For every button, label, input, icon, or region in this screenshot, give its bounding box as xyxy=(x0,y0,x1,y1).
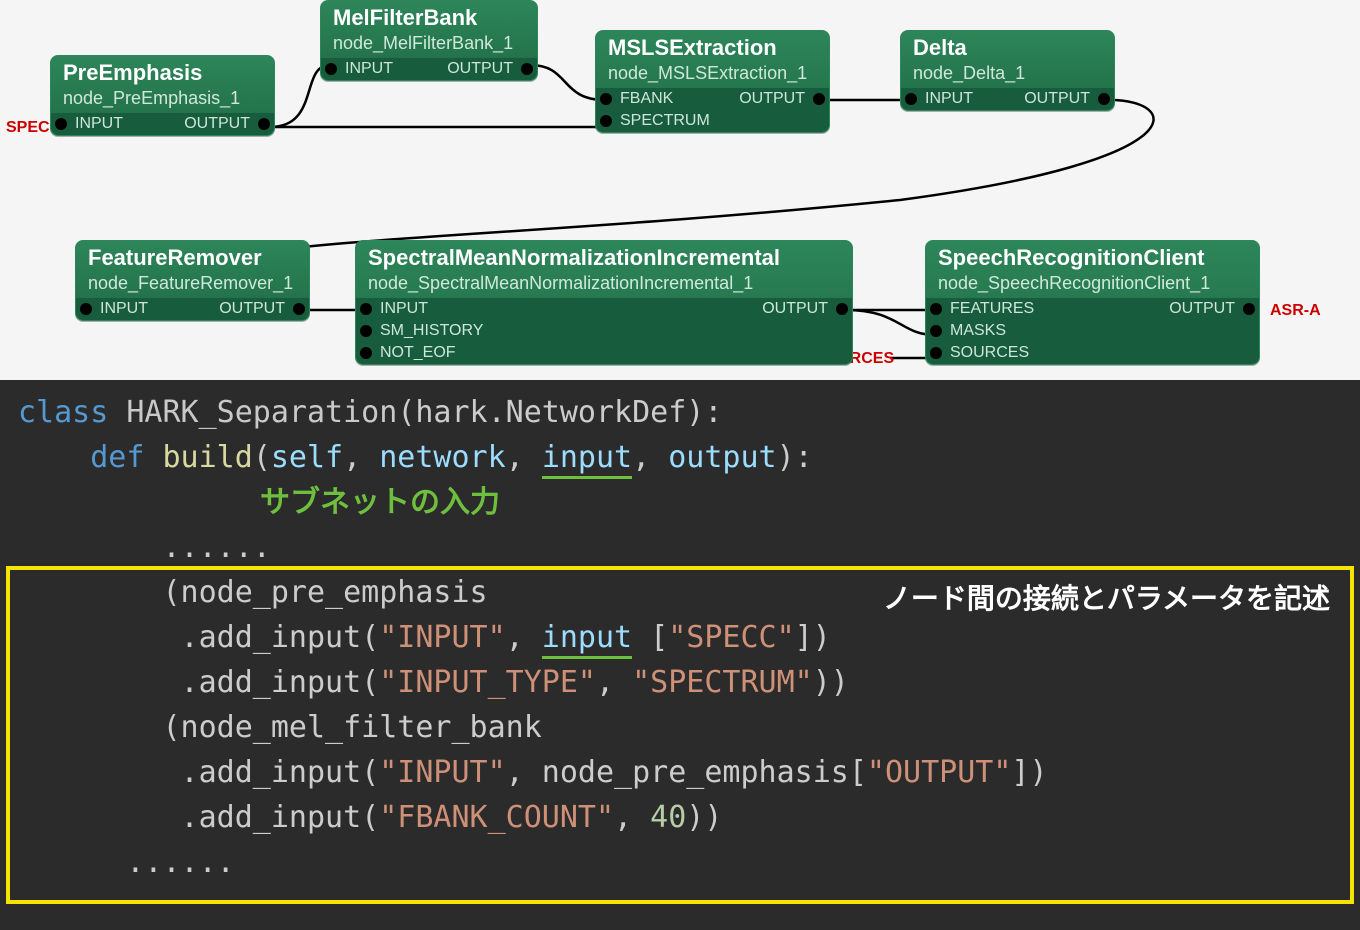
node-title: SpeechRecognitionClient xyxy=(926,241,1259,273)
code-line: (node_mel_filter_bank xyxy=(0,705,1360,750)
node-title: FeatureRemover xyxy=(76,241,309,273)
port-dot[interactable] xyxy=(930,347,942,359)
code-line: .add_input("INPUT", node_pre_emphasis["O… xyxy=(0,750,1360,795)
node-id: node_SpeechRecognitionClient_1 xyxy=(926,273,1259,298)
node-title: MSLSExtraction xyxy=(596,31,829,63)
node-id: node_PreEmphasis_1 xyxy=(51,88,274,113)
code-line: ...... xyxy=(0,525,1360,570)
code-line: ...... xyxy=(0,840,1360,885)
external-label-spec: SPEC xyxy=(6,119,50,137)
port-dot[interactable] xyxy=(930,325,942,337)
port-dot[interactable] xyxy=(813,93,825,105)
code-line: .add_input("FBANK_COUNT", 40)) xyxy=(0,795,1360,840)
annotation-subnet-input: サブネットの入力 xyxy=(0,480,1360,525)
port-dot[interactable] xyxy=(930,303,942,315)
node-delta[interactable]: Delta node_Delta_1 INPUT OUTPUT xyxy=(900,30,1115,111)
port-dot[interactable] xyxy=(1098,93,1110,105)
node-mel-filter-bank[interactable]: MelFilterBank node_MelFilterBank_1 INPUT… xyxy=(320,0,538,81)
node-spectral-mean-normalization[interactable]: SpectralMeanNormalizationIncremental nod… xyxy=(355,240,853,365)
node-feature-remover[interactable]: FeatureRemover node_FeatureRemover_1 INP… xyxy=(75,240,310,321)
code-line: .add_input("INPUT_TYPE", "SPECTRUM")) xyxy=(0,660,1360,705)
node-id: node_MSLSExtraction_1 xyxy=(596,63,829,88)
code-line: .add_input("INPUT", input ["SPECC"]) xyxy=(0,615,1360,660)
node-pre-emphasis[interactable]: PreEmphasis node_PreEmphasis_1 INPUT OUT… xyxy=(50,55,275,136)
port-dot[interactable] xyxy=(836,303,848,315)
port-dot[interactable] xyxy=(600,115,612,127)
port-dot[interactable] xyxy=(521,63,533,75)
port-dot[interactable] xyxy=(55,118,67,130)
port-dot[interactable] xyxy=(905,93,917,105)
port-dot[interactable] xyxy=(360,325,372,337)
node-id: node_FeatureRemover_1 xyxy=(76,273,309,298)
port-dot[interactable] xyxy=(600,93,612,105)
port-dot[interactable] xyxy=(80,303,92,315)
node-title: Delta xyxy=(901,31,1114,63)
node-graph-diagram: SPEC SOURCES ASR-A PreEmphasis node_PreE… xyxy=(0,0,1360,380)
node-id: node_Delta_1 xyxy=(901,63,1114,88)
node-title: PreEmphasis xyxy=(51,56,274,88)
annotation-node-connections: ノード間の接続とパラメータを記述 xyxy=(883,578,1330,620)
node-title: SpectralMeanNormalizationIncremental xyxy=(356,241,852,273)
code-line: def build(self, network, input, output): xyxy=(0,435,1360,480)
port-dot[interactable] xyxy=(325,63,337,75)
node-id: node_MelFilterBank_1 xyxy=(321,33,537,58)
port-dot[interactable] xyxy=(293,303,305,315)
node-id: node_SpectralMeanNormalizationIncrementa… xyxy=(356,273,852,298)
port-dot[interactable] xyxy=(360,303,372,315)
port-dot[interactable] xyxy=(258,118,270,130)
external-label-asr: ASR-A xyxy=(1270,302,1321,320)
node-title: MelFilterBank xyxy=(321,1,537,33)
code-line: class HARK_Separation(hark.NetworkDef): xyxy=(0,390,1360,435)
node-msls-extraction[interactable]: MSLSExtraction node_MSLSExtraction_1 FBA… xyxy=(595,30,830,133)
node-speech-recognition-client[interactable]: SpeechRecognitionClient node_SpeechRecog… xyxy=(925,240,1260,365)
code-snippet: class HARK_Separation(hark.NetworkDef): … xyxy=(0,380,1360,930)
port-dot[interactable] xyxy=(1243,303,1255,315)
port-dot[interactable] xyxy=(360,347,372,359)
